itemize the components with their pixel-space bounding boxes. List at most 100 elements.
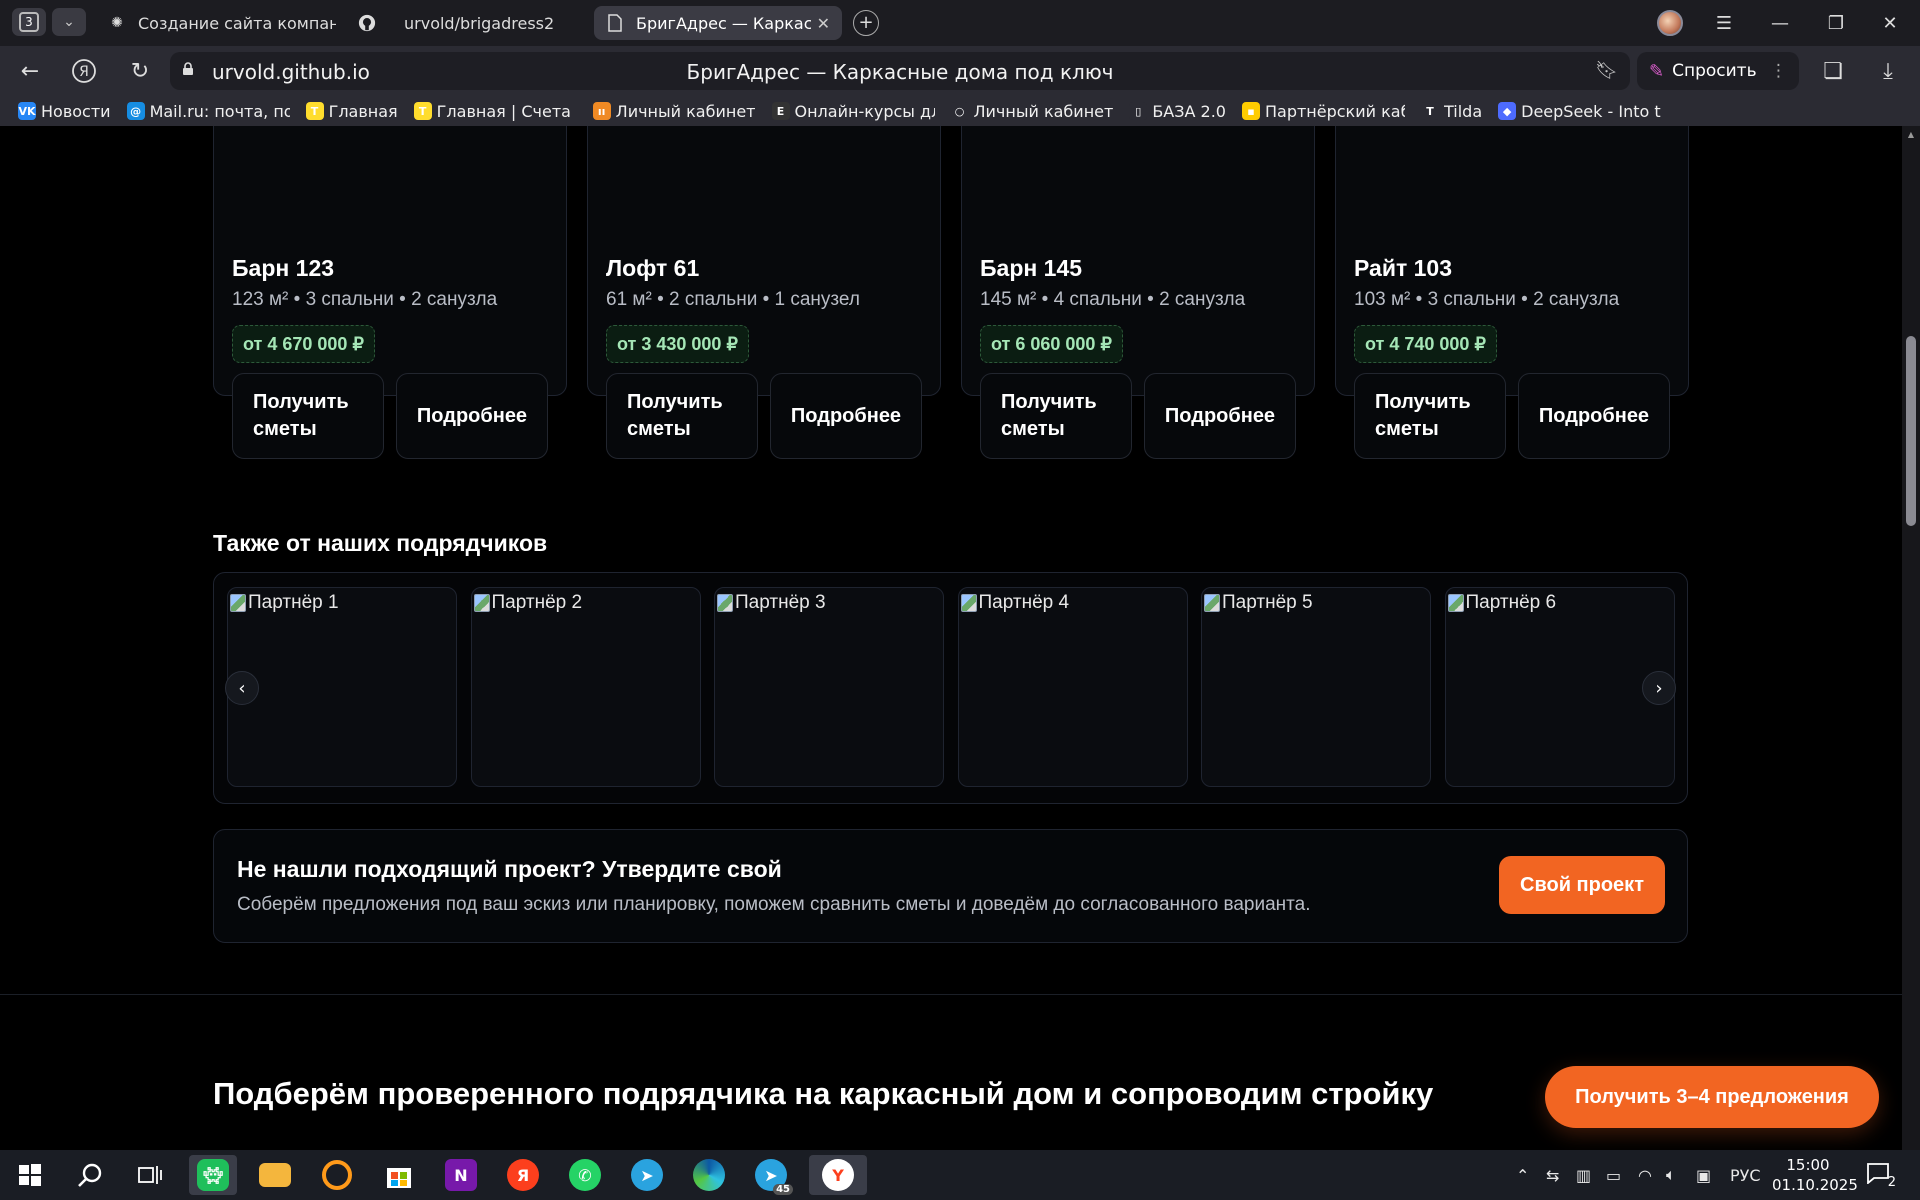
tray-expand-icon[interactable]: ⌃ <box>1516 1150 1529 1200</box>
notification-center-icon[interactable]: 2 <box>1866 1162 1896 1190</box>
page-scrollbar[interactable]: ▲ <box>1902 126 1920 1150</box>
menu-icon[interactable]: ☰ <box>1704 8 1744 38</box>
ask-ai-button[interactable]: ✎ Спросить ⋮ <box>1637 52 1799 90</box>
close-window-icon[interactable]: ✕ <box>1870 8 1910 38</box>
yandex-music-icon[interactable] <box>313 1155 361 1195</box>
details-button[interactable]: Подробнее <box>770 373 922 459</box>
download-icon[interactable]: ⤓ <box>1872 56 1904 86</box>
section-heading: Подберём проверенного подрядчика на карк… <box>213 1076 1434 1111</box>
scrollbar-thumb[interactable] <box>1906 336 1916 526</box>
bookmark-item[interactable]: T Главная <box>305 102 398 121</box>
get-offers-floating-button[interactable]: Получить 3–4 предложения <box>1545 1066 1879 1128</box>
bookmark-favicon-icon: VK <box>18 102 36 120</box>
project-name: Барн 145 <box>980 255 1083 281</box>
volume-icon[interactable]: 🔈︎ <box>1666 1150 1676 1200</box>
store-icon[interactable] <box>375 1155 423 1195</box>
yandex-browser-icon[interactable]: Y <box>809 1155 867 1195</box>
telegram-icon[interactable]: ➤ <box>623 1155 671 1195</box>
clock-date: 01.10.2025 <box>1772 1176 1858 1194</box>
partner-card[interactable]: Партнёр 3 <box>714 587 944 787</box>
tabs-dropdown-icon[interactable]: ⌄ <box>52 8 86 36</box>
bookmark-label: Личный кабинет <box>973 101 1114 121</box>
partner-card[interactable]: Партнёр 4 <box>957 587 1188 787</box>
bookmark-item[interactable]: ▪Партнёрский кабинет <box>1241 102 1405 121</box>
tray-meter-icon[interactable]: ▥ <box>1576 1150 1591 1200</box>
file-explorer-icon[interactable] <box>251 1155 299 1195</box>
onenote-icon[interactable]: N <box>437 1155 485 1195</box>
tab-1[interactable]: ✺ Создание сайта компании <box>96 6 336 40</box>
collections-icon[interactable]: ❏ <box>1817 56 1849 86</box>
get-estimates-button[interactable]: Получить сметы <box>1354 373 1506 459</box>
battery-icon[interactable]: ▭ <box>1606 1150 1621 1200</box>
project-name: Барн 123 <box>232 255 335 281</box>
profile-avatar[interactable] <box>1657 10 1683 36</box>
partner-image: Партнёр 1 <box>230 592 339 614</box>
bookmark-icon[interactable]: 🔖︎ <box>1595 60 1618 81</box>
clock-time: 15:00 <box>1786 1156 1830 1174</box>
yandex-logo-icon[interactable]: Я <box>68 56 100 86</box>
wifi-icon[interactable]: ◠ <box>1638 1150 1652 1200</box>
tab-count: 3 <box>19 12 39 32</box>
bookmark-item[interactable]: ◆DeepSeek - Into the <box>1498 102 1661 121</box>
partner-image: Партнёр 6 <box>1447 592 1556 614</box>
sticker-app-icon[interactable]: 👾︎ <box>189 1155 237 1195</box>
windows-taskbar: 👾︎ N Я ✆ ➤ ➤ 45 Y ⌃ ⇆ ▥ ▭ ◠ 🔈︎ ▣ РУС 15:0… <box>0 1150 1920 1200</box>
telegram-badge-icon[interactable]: ➤ 45 <box>747 1155 795 1195</box>
bookmark-item[interactable]: VK Новости <box>18 102 111 121</box>
bookmark-item[interactable]: ıı Личный кабинет <box>592 102 756 121</box>
scroll-up-icon[interactable]: ▲ <box>1906 130 1916 139</box>
url-field[interactable]: urvold.github.io БригАдрес — Каркасные д… <box>170 52 1630 90</box>
bookmark-favicon-icon: ◆ <box>1498 102 1517 120</box>
get-estimates-button[interactable]: Получить сметы <box>232 373 384 459</box>
back-icon[interactable]: ← <box>14 56 46 86</box>
more-dots-icon[interactable]: ⋮ <box>1770 61 1787 81</box>
get-estimates-label: Получить сметы <box>253 389 349 443</box>
partner-card[interactable]: Партнёр 2 <box>470 587 701 787</box>
search-icon[interactable] <box>66 1155 114 1195</box>
partner-image: Партнёр 4 <box>960 592 1069 614</box>
bookmark-label: Новости <box>41 101 111 121</box>
get-estimates-button[interactable]: Получить сметы <box>606 373 758 459</box>
bookmark-favicon-icon: T <box>1420 102 1439 120</box>
reload-icon[interactable]: ↻ <box>124 56 156 86</box>
language-indicator[interactable]: РУС <box>1730 1150 1761 1200</box>
bookmark-item[interactable]: ○ Личный кабинет <box>950 101 1114 121</box>
tab-2[interactable]: urvold/brigadress2 <box>346 6 586 40</box>
new-tab-button[interactable]: + <box>853 10 879 36</box>
meet-icon[interactable]: ▣ <box>1696 1150 1711 1200</box>
system-clock[interactable]: 15:00 01.10.2025 <box>1772 1155 1858 1195</box>
tray-app-icon[interactable]: ⇆ <box>1546 1150 1559 1200</box>
bookmark-item[interactable]: EОнлайн-курсы для <box>771 102 935 121</box>
partners-section-title: Также от наших подрядчиков <box>213 530 548 556</box>
minimize-icon[interactable]: — <box>1760 8 1800 38</box>
start-icon[interactable] <box>6 1155 54 1195</box>
bookmark-item[interactable]: ▯ БАЗА 2.0 <box>1129 102 1226 121</box>
cta-title: Не нашли подходящий проект? Утвердите св… <box>237 856 782 882</box>
partner-card[interactable]: Партнёр 6 <box>1444 587 1675 787</box>
svg-text:Я: Я <box>79 64 89 80</box>
custom-project-button[interactable]: Свой проект <box>1499 856 1665 914</box>
restore-icon[interactable]: ❐ <box>1816 8 1856 38</box>
bookmark-item[interactable]: T Tilda <box>1420 102 1482 121</box>
bookmark-item[interactable]: T Главная | Счета и <box>413 102 577 121</box>
tab-counter-button[interactable]: 3 <box>12 8 46 36</box>
details-button[interactable]: Подробнее <box>396 373 548 459</box>
details-button[interactable]: Подробнее <box>1518 373 1670 459</box>
browser-tab-bar: 3 ⌄ ✺ Создание сайта компании urvold/bri… <box>0 0 1920 46</box>
edge-icon[interactable] <box>685 1155 733 1195</box>
bookmark-item[interactable]: @Mail.ru: почта, поиск <box>126 102 290 121</box>
telegram-unread-badge: 45 <box>773 1184 793 1195</box>
get-estimates-button[interactable]: Получить сметы <box>980 373 1132 459</box>
ai-sparkle-icon: ✎ <box>1649 60 1665 82</box>
carousel-prev-button[interactable]: ‹ <box>225 671 259 705</box>
task-view-icon[interactable] <box>126 1155 174 1195</box>
tab-3-active[interactable]: БригАдрес — Каркасные дома под ключ ✕ <box>594 6 842 40</box>
partner-card[interactable]: Партнёр 5 <box>1201 587 1431 787</box>
partner-card[interactable]: Партнёр 1 <box>227 587 457 787</box>
details-button[interactable]: Подробнее <box>1144 373 1296 459</box>
bookmark-favicon-icon: E <box>771 102 790 120</box>
whatsapp-icon[interactable]: ✆ <box>561 1155 609 1195</box>
close-tab-icon[interactable]: ✕ <box>811 14 830 33</box>
carousel-next-button[interactable]: › <box>1642 671 1676 705</box>
yandex-icon[interactable]: Я <box>499 1155 547 1195</box>
